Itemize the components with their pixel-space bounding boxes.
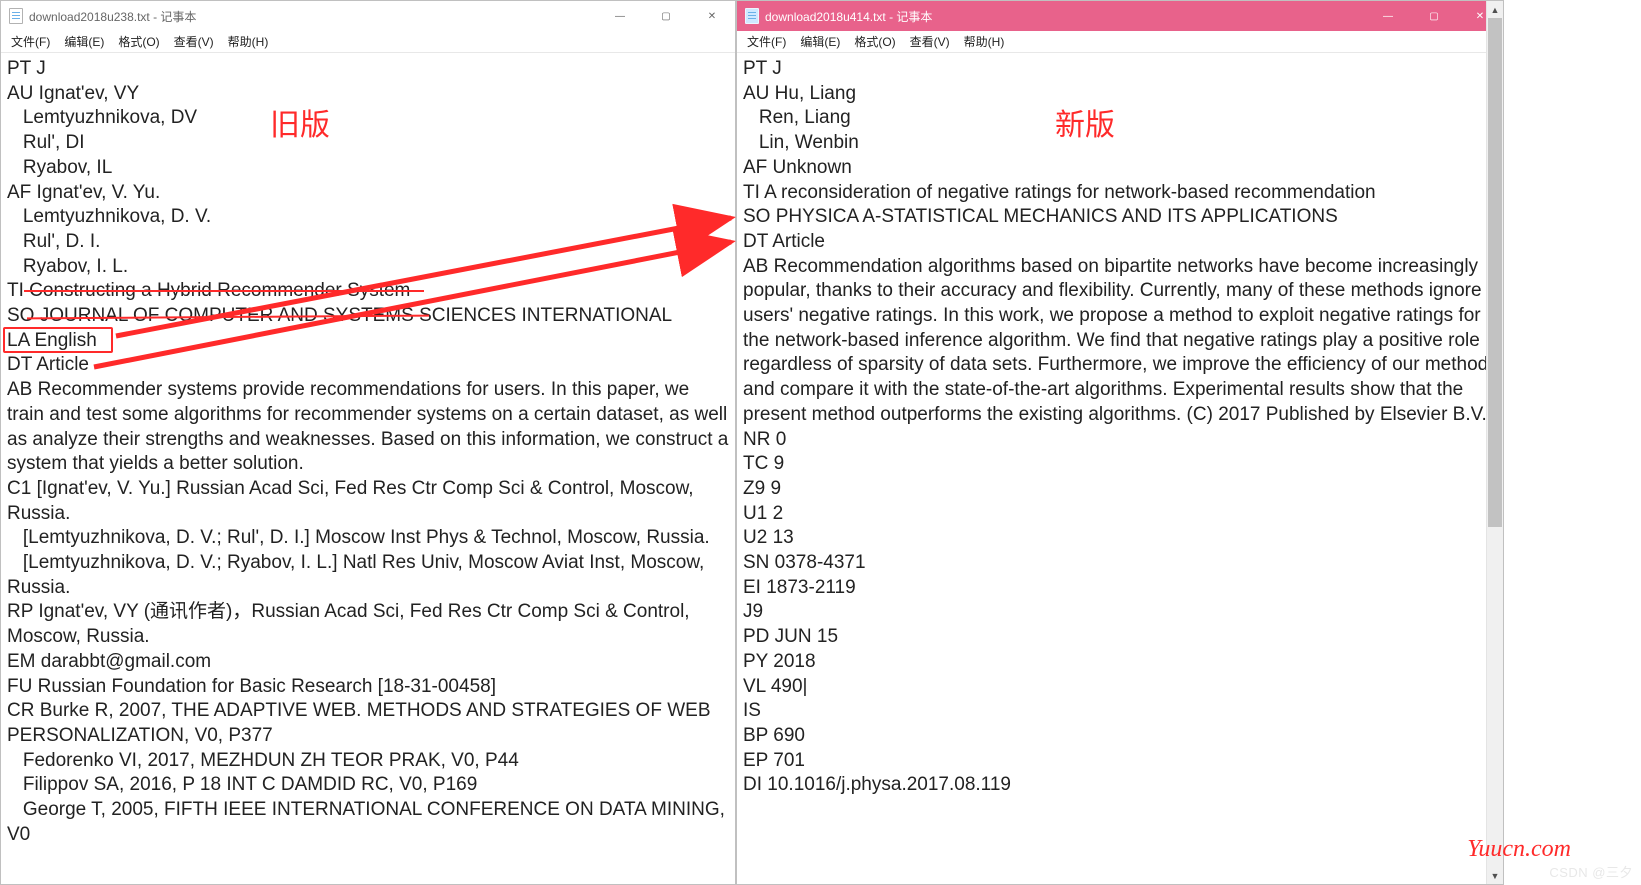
menu-edit[interactable]: 编辑(E) bbox=[58, 31, 110, 52]
text-content-left[interactable]: PT J AU Ignat'ev, VY Lemtyuzhnikova, DV … bbox=[1, 53, 735, 884]
notepad-icon bbox=[745, 8, 759, 24]
menu-file[interactable]: 文件(F) bbox=[5, 31, 56, 52]
close-button[interactable]: ✕ bbox=[689, 1, 735, 31]
titlebar-left[interactable]: download2018u238.txt - 记事本 — ▢ ✕ bbox=[1, 1, 735, 31]
menu-format[interactable]: 格式(O) bbox=[112, 31, 165, 52]
menu-view[interactable]: 查看(V) bbox=[168, 31, 220, 52]
vertical-scrollbar[interactable]: ▲ ▼ bbox=[1486, 1, 1503, 884]
menubar-right: 文件(F) 编辑(E) 格式(O) 查看(V) 帮助(H) bbox=[737, 31, 1503, 53]
menu-help[interactable]: 帮助(H) bbox=[222, 31, 275, 52]
notepad-icon bbox=[9, 8, 23, 24]
minimize-button[interactable]: — bbox=[1365, 1, 1411, 31]
watermark-csdn: CSDN @三夕 bbox=[1549, 862, 1633, 881]
menu-help[interactable]: 帮助(H) bbox=[958, 31, 1011, 52]
menubar-left: 文件(F) 编辑(E) 格式(O) 查看(V) 帮助(H) bbox=[1, 31, 735, 53]
text-content-right[interactable]: PT J AU Hu, Liang Ren, Liang Lin, Wenbin… bbox=[737, 53, 1503, 884]
maximize-button[interactable]: ▢ bbox=[643, 1, 689, 31]
scrollbar-track[interactable] bbox=[1487, 18, 1503, 867]
window-controls: — ▢ ✕ bbox=[1365, 1, 1503, 31]
scrollbar-up-icon[interactable]: ▲ bbox=[1487, 1, 1503, 18]
notepad-window-left: download2018u238.txt - 记事本 — ▢ ✕ 文件(F) 编… bbox=[0, 0, 736, 885]
scrollbar-down-icon[interactable]: ▼ bbox=[1487, 867, 1503, 884]
window-title: download2018u414.txt - 记事本 bbox=[765, 8, 932, 25]
menu-file[interactable]: 文件(F) bbox=[741, 31, 792, 52]
minimize-button[interactable]: — bbox=[597, 1, 643, 31]
menu-view[interactable]: 查看(V) bbox=[904, 31, 956, 52]
branding-yuucn: Yuucn.com bbox=[1467, 836, 1571, 863]
menu-format[interactable]: 格式(O) bbox=[848, 31, 901, 52]
window-title: download2018u238.txt - 记事本 bbox=[29, 8, 196, 25]
window-controls: — ▢ ✕ bbox=[597, 1, 735, 31]
maximize-button[interactable]: ▢ bbox=[1411, 1, 1457, 31]
notepad-window-right: download2018u414.txt - 记事本 — ▢ ✕ 文件(F) 编… bbox=[736, 0, 1504, 885]
titlebar-right[interactable]: download2018u414.txt - 记事本 — ▢ ✕ bbox=[737, 1, 1503, 31]
scrollbar-thumb[interactable] bbox=[1488, 18, 1502, 527]
menu-edit[interactable]: 编辑(E) bbox=[794, 31, 846, 52]
